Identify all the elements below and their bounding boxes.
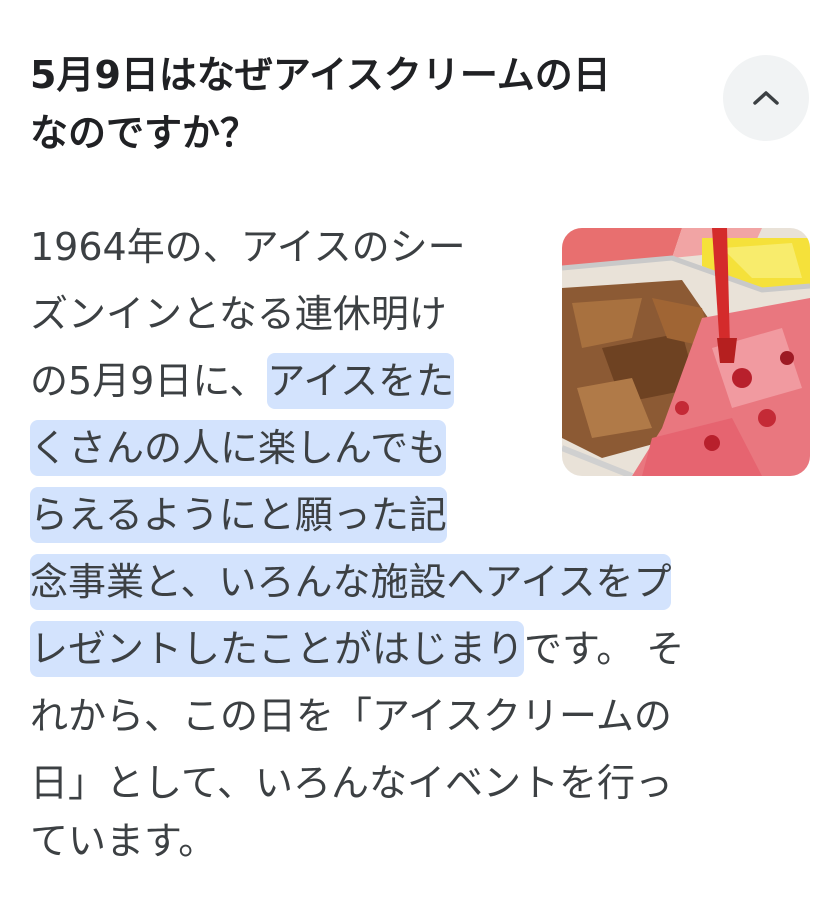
question-line-1: 5月9日はなぜアイスクリームの日 [30,53,611,97]
answer-line-8: れから、この日を「アイスクリームの [30,683,672,749]
answer-line-4: くさんの人に楽しんでも [30,415,447,481]
ice-cream-thumbnail[interactable] [562,228,810,476]
answer-line-1: 1964年の、アイスのシー [30,214,466,280]
answer-line-9: 日」として、いろんなイベントを行っ [30,750,673,816]
answer-text: ています。 [30,819,217,863]
collapse-button[interactable] [723,55,809,141]
highlighted-text: くさんの人に楽しんでも [30,420,447,476]
answer-text: ズンインとなる連休明け [30,292,447,336]
answer-text: 日」として、いろんなイベントを行っ [30,761,673,805]
answer-text: 1964年の、アイスのシー [30,225,466,269]
highlighted-text: 念事業と、いろんな施設へアイスをプ [30,554,672,610]
highlighted-text: アイスをた [267,353,455,409]
answer-text: の5月9日に、 [30,359,268,403]
answer-line-10: ています。 [30,808,216,874]
answer-text: です。 そ [524,627,685,671]
answer-line-5: らえるようにと願った記 [30,482,447,548]
answer-line-6: 念事業と、いろんな施設へアイスをプ [30,549,672,615]
question-line-2: なのですか？ [30,111,259,155]
answer-line-3: の5月9日に、アイスをた [30,348,455,414]
highlighted-text: レゼントしたことがはじまり [30,621,525,677]
answer-line-2: ズンインとなる連休明け [30,281,447,347]
chevron-up-icon [751,88,781,108]
answer-line-7: レゼントしたことがはじまりです。 そ [30,616,684,682]
answer-text: れから、この日を「アイスクリームの [30,694,672,738]
question-heading: 5月9日はなぜアイスクリームの日 なのですか？ [30,46,710,162]
highlighted-text: らえるようにと願った記 [30,487,447,543]
